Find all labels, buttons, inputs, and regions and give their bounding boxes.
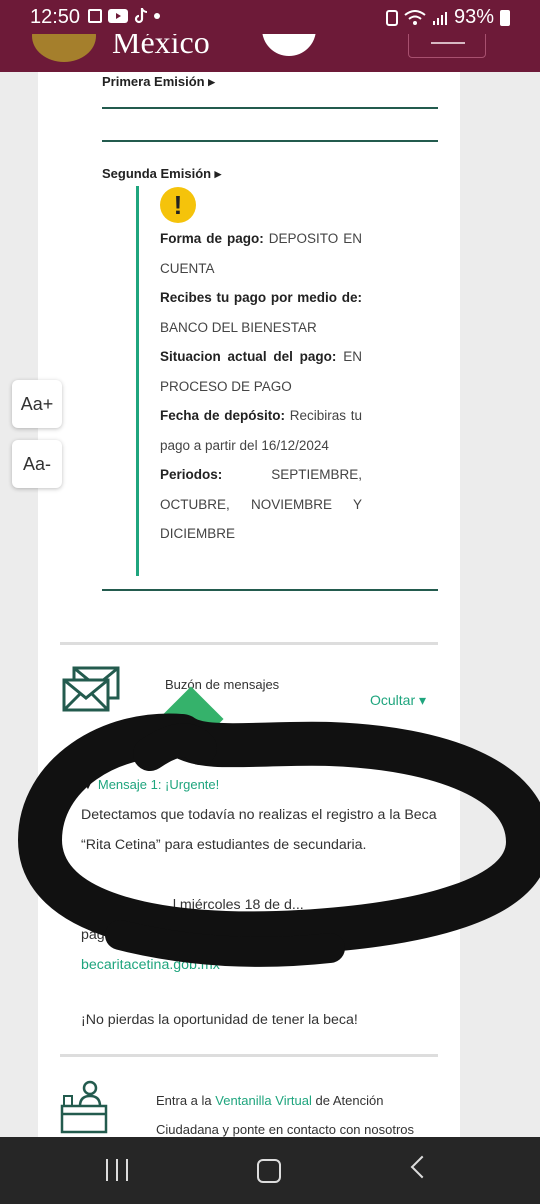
wifi-icon <box>404 9 426 25</box>
primera-emision-toggle[interactable]: Primera Emisión ▸ <box>102 74 215 90</box>
tiktok-icon <box>134 8 148 24</box>
battery-icon <box>500 9 510 26</box>
government-seal-icon <box>32 34 96 62</box>
signal-icon <box>432 11 447 25</box>
message-partial-text: ...l miércoles 18 de d... pag... becarit… <box>81 890 441 980</box>
divider <box>102 589 438 591</box>
periodos-label: Periodos: <box>160 467 223 482</box>
mailbox-title: Buzón de mensajes <box>165 677 280 692</box>
logo-text[interactable]: México <box>112 34 210 61</box>
expand-triangle-icon: ▼ <box>81 776 95 792</box>
battery-percent: 93% <box>453 6 494 28</box>
message-1-title[interactable]: ▼ Mensaje 1: ¡Urgente! <box>81 776 219 792</box>
recents-bar <box>106 1159 108 1181</box>
dot-icon <box>154 13 160 19</box>
message-body: Detectamos que todavía no realizas el re… <box>81 807 437 853</box>
nfc-icon <box>385 9 398 26</box>
recents-bar <box>116 1159 118 1181</box>
ventanilla-virtual-link[interactable]: Ventanilla Virtual <box>215 1093 312 1108</box>
partial-line-2: pag... <box>81 927 117 943</box>
medio-pago-row: Recibes tu pago por medio de: BANCO DEL … <box>160 283 362 342</box>
service-desk-icon <box>60 1080 108 1134</box>
home-button[interactable] <box>257 1159 281 1183</box>
decrease-text-button[interactable]: Aa- <box>12 440 62 488</box>
section-divider <box>60 1054 438 1057</box>
app-header: México <box>0 34 540 72</box>
recents-button[interactable] <box>106 1159 130 1181</box>
periodos-row: Periodos: SEPTIEMBRE, OCTUBRE, NOVIEMBRE… <box>160 460 362 549</box>
forma-pago-label: Forma de pago: <box>160 231 264 246</box>
youtube-icon <box>108 9 128 23</box>
medio-pago-label: Recibes tu pago por medio de: <box>160 290 362 305</box>
recents-bar <box>126 1159 128 1181</box>
system-nav-bar <box>0 1137 540 1204</box>
notification-icons <box>88 8 160 24</box>
forma-pago-row: Forma de pago: DEPOSITO EN CUENTA <box>160 224 362 283</box>
checkbox-icon <box>88 9 102 23</box>
increase-text-button[interactable]: Aa+ <box>12 380 62 428</box>
status-time: 12:50 <box>30 6 81 28</box>
hamburger-icon <box>431 42 465 44</box>
back-button[interactable] <box>410 1155 434 1179</box>
message-1-title-text: Mensaje 1: ¡Urgente! <box>97 777 220 792</box>
status-bar: 12:50 93% <box>0 0 540 34</box>
ventanilla-text: Entra a la Ventanilla Virtual de Atenció… <box>156 1086 444 1144</box>
partial-line-1: ...l miércoles 18 de d... <box>161 897 304 913</box>
payment-details: Forma de pago: DEPOSITO EN CUENTA Recibe… <box>160 224 362 549</box>
fecha-row: Fecha de depósito: Recibiras tu pago a p… <box>160 401 362 460</box>
envelope-icon <box>62 666 120 712</box>
situacion-label: Situacion actual del pago: <box>160 349 337 364</box>
fecha-label: Fecha de depósito: <box>160 408 285 423</box>
segunda-emision-toggle[interactable]: Segunda Emisión ▸ <box>102 166 221 182</box>
beca-link[interactable]: becaritacetina.gob.mx <box>81 950 441 980</box>
avatar[interactable] <box>262 34 316 56</box>
section-divider <box>60 642 438 645</box>
warning-icon: ! <box>160 187 196 223</box>
medio-pago-value: BANCO DEL BIENESTAR <box>160 319 317 335</box>
divider <box>102 107 438 109</box>
closing-text: ¡No pierdas la oportunidad de tener la b… <box>81 1012 358 1028</box>
menu-button[interactable] <box>408 34 486 58</box>
ventanilla-prefix: Entra a la <box>156 1093 216 1108</box>
status-right: 93% <box>385 6 510 29</box>
hide-messages-button[interactable]: Ocultar ▾ <box>370 692 426 709</box>
divider <box>102 140 438 142</box>
situacion-row: Situacion actual del pago: EN PROCESO DE… <box>160 342 362 401</box>
